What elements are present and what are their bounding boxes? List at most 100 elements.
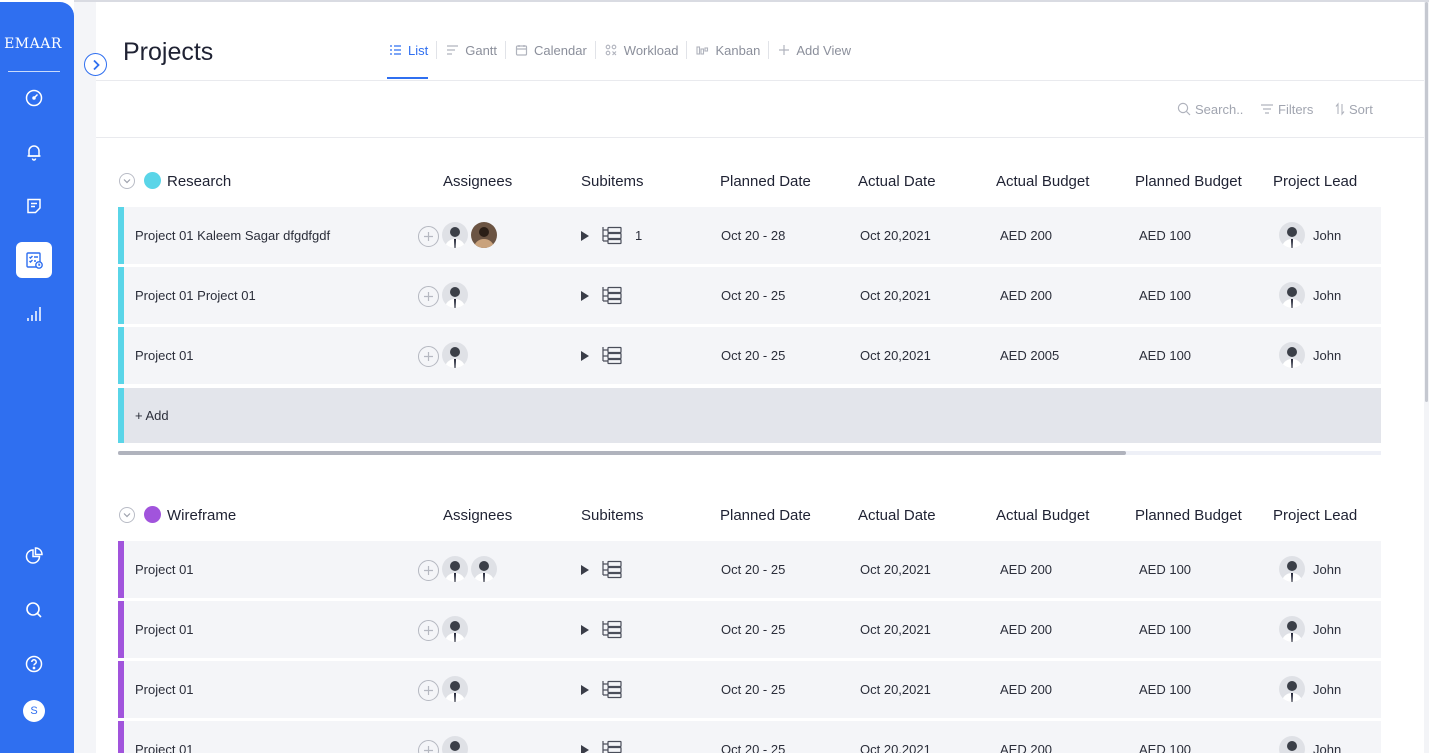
actual-date[interactable]: Oct 20,2021 [860, 348, 931, 363]
tab-list[interactable]: List [380, 38, 438, 62]
assignee-avatar[interactable] [442, 676, 468, 702]
search-button[interactable]: Search.. [1177, 100, 1243, 118]
nav-help[interactable] [16, 646, 52, 682]
subitems-icon[interactable] [601, 679, 623, 699]
project-name[interactable]: Project 01 [135, 682, 194, 697]
add-assignee-button[interactable] [418, 346, 439, 367]
column-header-actual-budget[interactable]: Actual Budget [996, 173, 1089, 190]
column-header-project-lead[interactable]: Project Lead [1273, 173, 1357, 190]
add-view-button[interactable]: Add View [769, 38, 860, 62]
table-row[interactable]: Project 01 Kaleem Sagar dfgdfgdf 1 Oct 2… [118, 207, 1381, 264]
group-collapse-toggle[interactable] [119, 507, 135, 523]
actual-budget[interactable]: AED 200 [1000, 622, 1052, 637]
planned-date[interactable]: Oct 20 - 25 [721, 348, 785, 363]
planned-date[interactable]: Oct 20 - 25 [721, 742, 785, 753]
column-header-planned-budget[interactable]: Planned Budget [1135, 507, 1242, 524]
expand-subitems-arrow[interactable] [581, 745, 589, 753]
sidebar-toggle-button[interactable] [84, 53, 107, 76]
assignee-avatar[interactable] [471, 556, 497, 582]
column-header-actual-budget[interactable]: Actual Budget [996, 507, 1089, 524]
planned-date[interactable]: Oct 20 - 28 [721, 228, 785, 243]
sort-button[interactable]: Sort [1335, 100, 1373, 118]
table-row[interactable]: Project 01 Project 01 Oct 20 - 25 Oct 20… [118, 267, 1381, 324]
column-header-planned-budget[interactable]: Planned Budget [1135, 173, 1242, 190]
project-lead[interactable]: John [1313, 228, 1341, 243]
assignee-avatar[interactable] [442, 736, 468, 753]
nav-notifications[interactable] [16, 134, 52, 170]
actual-budget[interactable]: AED 200 [1000, 562, 1052, 577]
subitems-icon[interactable] [601, 345, 623, 365]
expand-subitems-arrow[interactable] [581, 231, 589, 241]
tab-kanban[interactable]: Kanban [687, 38, 770, 62]
project-name[interactable]: Project 01 Project 01 [135, 288, 256, 303]
actual-date[interactable]: Oct 20,2021 [860, 742, 931, 753]
project-lead[interactable]: John [1313, 622, 1341, 637]
planned-budget[interactable]: AED 100 [1139, 228, 1191, 243]
project-name[interactable]: Project 01 [135, 622, 194, 637]
nav-projects[interactable] [16, 242, 52, 278]
add-item-row[interactable]: + Add [118, 388, 1381, 443]
project-name[interactable]: Project 01 Kaleem Sagar dfgdfgdf [135, 228, 330, 243]
tab-calendar[interactable]: Calendar [506, 38, 596, 62]
project-lead[interactable]: John [1313, 348, 1341, 363]
actual-budget[interactable]: AED 2005 [1000, 348, 1059, 363]
actual-date[interactable]: Oct 20,2021 [860, 288, 931, 303]
project-name[interactable]: Project 01 [135, 562, 194, 577]
subitems-icon[interactable] [601, 739, 623, 753]
actual-date[interactable]: Oct 20,2021 [860, 562, 931, 577]
user-avatar[interactable]: S [23, 700, 45, 722]
add-assignee-button[interactable] [418, 680, 439, 701]
project-lead[interactable]: John [1313, 682, 1341, 697]
planned-budget[interactable]: AED 100 [1139, 742, 1191, 753]
actual-budget[interactable]: AED 200 [1000, 682, 1052, 697]
table-row[interactable]: Project 01 Oct 20 - 25 Oct 20,2021 AED 2… [118, 327, 1381, 384]
actual-budget[interactable]: AED 200 [1000, 228, 1052, 243]
column-header-subitems[interactable]: Subitems [581, 173, 644, 190]
column-header-planned-date[interactable]: Planned Date [720, 507, 811, 524]
actual-date[interactable]: Oct 20,2021 [860, 622, 931, 637]
assignee-avatar[interactable] [442, 342, 468, 368]
nav-search[interactable] [16, 592, 52, 628]
table-row[interactable]: Project 01 Oct 20 - 25 Oct 20,2021 AED 2… [118, 601, 1381, 658]
planned-budget[interactable]: AED 100 [1139, 562, 1191, 577]
actual-date[interactable]: Oct 20,2021 [860, 682, 931, 697]
vertical-scrollbar-thumb[interactable] [1425, 2, 1428, 402]
group-collapse-toggle[interactable] [119, 173, 135, 189]
planned-date[interactable]: Oct 20 - 25 [721, 682, 785, 697]
nav-dashboard[interactable] [16, 80, 52, 116]
vertical-scrollbar[interactable] [1424, 2, 1429, 753]
horizontal-scrollbar[interactable] [118, 451, 1381, 455]
subitems-icon[interactable] [601, 225, 623, 245]
planned-budget[interactable]: AED 100 [1139, 288, 1191, 303]
table-row[interactable]: Project 01 Oct 20 - 25 Oct 20,2021 AED 2… [118, 661, 1381, 718]
actual-budget[interactable]: AED 200 [1000, 288, 1052, 303]
add-item-button[interactable]: + Add [135, 408, 169, 423]
add-assignee-button[interactable] [418, 226, 439, 247]
column-header-actual-date[interactable]: Actual Date [858, 507, 936, 524]
subitems-icon[interactable] [601, 619, 623, 639]
actual-date[interactable]: Oct 20,2021 [860, 228, 931, 243]
column-header-assignees[interactable]: Assignees [443, 173, 512, 190]
project-lead[interactable]: John [1313, 288, 1341, 303]
nav-analytics[interactable] [16, 538, 52, 574]
table-row[interactable]: Project 01 Oct 20 - 25 Oct 20,2021 AED 2… [118, 541, 1381, 598]
planned-date[interactable]: Oct 20 - 25 [721, 622, 785, 637]
assignee-avatar[interactable] [442, 556, 468, 582]
tab-gantt[interactable]: Gantt [437, 38, 507, 62]
add-assignee-button[interactable] [418, 740, 439, 753]
project-name[interactable]: Project 01 [135, 742, 194, 753]
actual-budget[interactable]: AED 200 [1000, 742, 1052, 753]
table-row[interactable]: Project 01 Oct 20 - 25 Oct 20,2021 AED 2… [118, 721, 1381, 753]
assignee-avatar[interactable] [442, 282, 468, 308]
column-header-subitems[interactable]: Subitems [581, 507, 644, 524]
add-assignee-button[interactable] [418, 620, 439, 641]
filters-button[interactable]: Filters [1260, 100, 1313, 118]
nav-notes[interactable] [16, 188, 52, 224]
planned-date[interactable]: Oct 20 - 25 [721, 562, 785, 577]
expand-subitems-arrow[interactable] [581, 351, 589, 361]
subitems-icon[interactable] [601, 285, 623, 305]
add-assignee-button[interactable] [418, 286, 439, 307]
nav-reports[interactable] [16, 296, 52, 332]
add-assignee-button[interactable] [418, 560, 439, 581]
expand-subitems-arrow[interactable] [581, 565, 589, 575]
